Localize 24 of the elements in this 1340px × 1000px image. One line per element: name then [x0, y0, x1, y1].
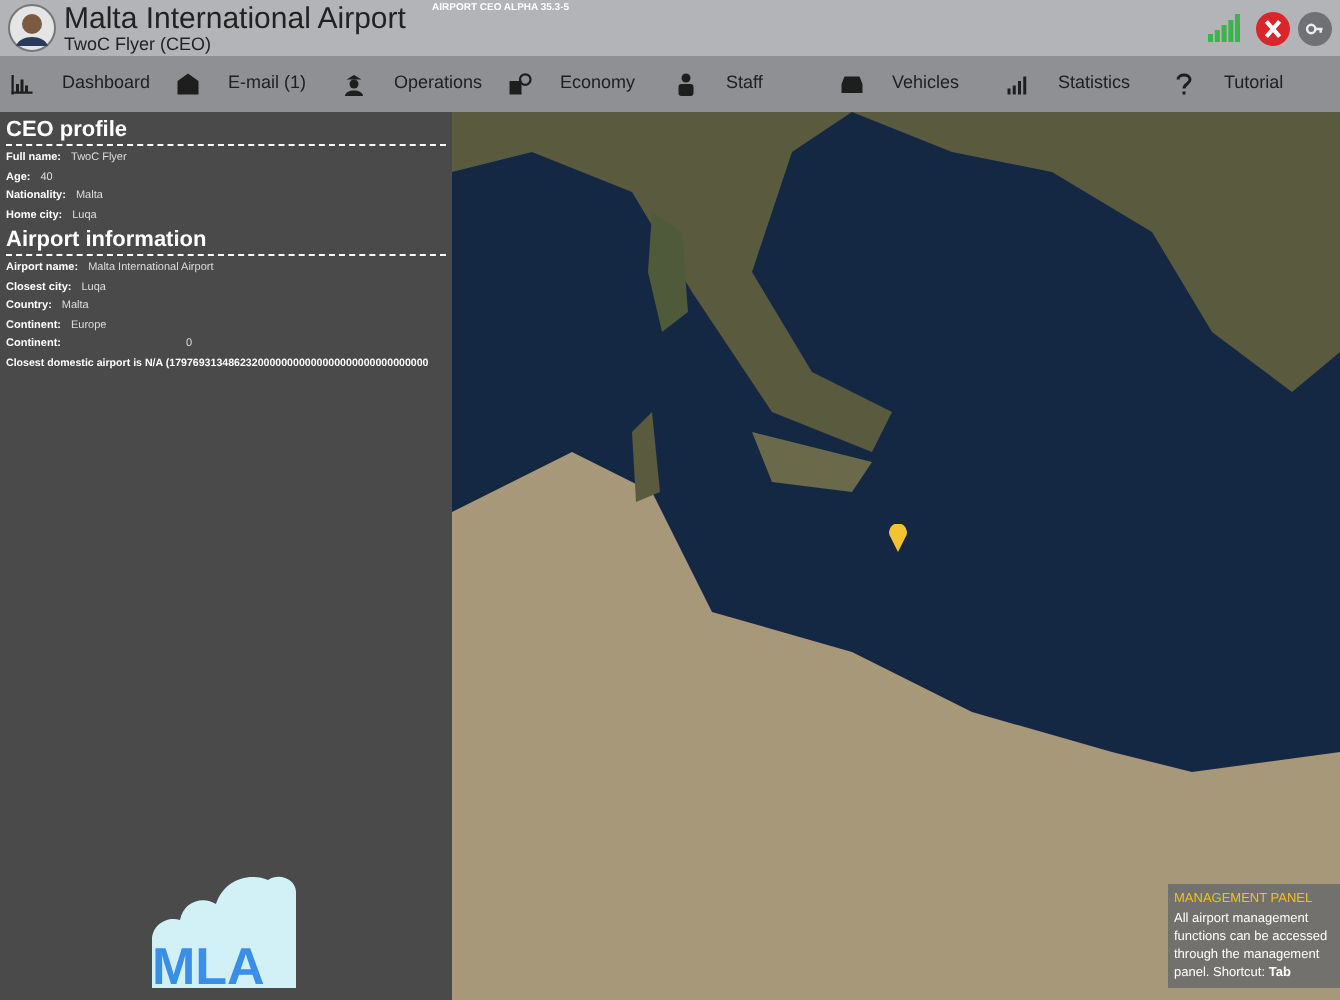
nav-tab[interactable]: Economy	[508, 56, 674, 112]
close-icon[interactable]	[1256, 11, 1290, 45]
airport-title: Malta International Airport	[64, 3, 406, 33]
nav-tab[interactable]: Tutorial	[1172, 56, 1338, 112]
section-title: CEO profile	[6, 116, 130, 144]
nav-tab[interactable]: E-mail (1)	[176, 56, 342, 112]
location-pin-icon[interactable]	[888, 524, 908, 552]
bar-chart-icon	[10, 72, 34, 96]
nav-tab[interactable]: Operations	[342, 56, 508, 112]
airport-code: MLA	[152, 940, 265, 992]
nav-tab[interactable]: Staff	[674, 56, 840, 112]
signal-icon	[1208, 14, 1240, 42]
avatar-icon	[8, 4, 56, 52]
ceo-name: TwoC Flyer (CEO)	[64, 35, 214, 53]
section-title: Airport information	[6, 226, 209, 254]
person-icon	[674, 72, 698, 96]
signal-bars-icon	[1006, 72, 1030, 96]
question-mark-icon	[1172, 72, 1196, 96]
key-icon[interactable]	[1298, 11, 1332, 45]
money-icon	[508, 72, 532, 96]
officer-icon	[342, 72, 366, 96]
nav-tab[interactable]: Vehicles	[840, 56, 1006, 112]
nav-tab[interactable]: Dashboard	[10, 56, 176, 112]
nav-tab[interactable]: Statistics	[1006, 56, 1172, 112]
